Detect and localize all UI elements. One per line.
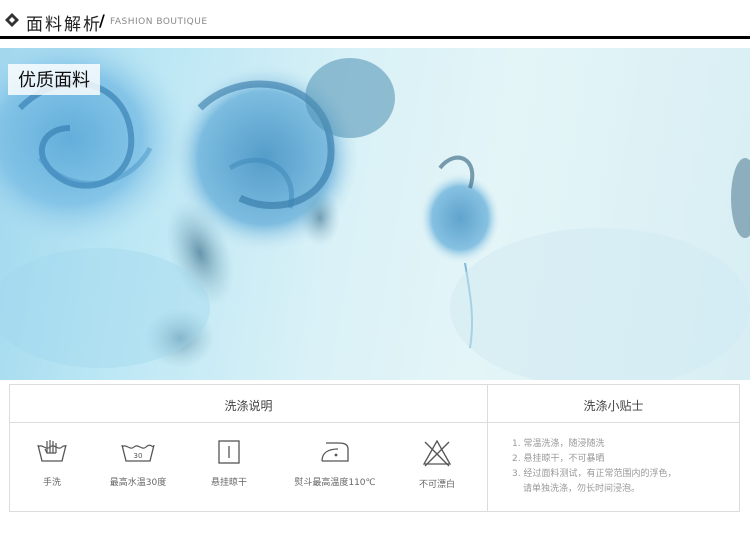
care-tip: 3. 经过面料测试，有正常范围内的浮色，	[512, 469, 677, 479]
fabric-quality-label: 优质面料	[8, 64, 100, 95]
panel-divider-horizontal	[10, 422, 739, 423]
care-tips-list: 1. 常温洗涤，随浸随洗 2. 悬挂晾干，不可暴晒 3. 经过面料测试，有正常范…	[512, 437, 732, 497]
care-item-iron: 熨斗最高温度110℃	[290, 439, 380, 488]
care-instructions-title: 洗涤说明	[224, 399, 273, 413]
fabric-photo: 优质面料	[0, 48, 750, 380]
hang-dry-icon	[218, 440, 240, 464]
iron-icon	[321, 442, 349, 462]
care-tip: 2. 悬挂晾干，不可暴晒	[512, 454, 605, 464]
floral-pattern	[0, 48, 750, 380]
care-item-hand-wash: 手洗	[7, 439, 97, 488]
care-item-label: 手洗	[42, 478, 61, 488]
care-item-hang-dry: 悬挂晾干	[184, 439, 274, 488]
section-title: 面料解析	[26, 15, 102, 35]
section-header: 面料解析 / FASHION BOUTIQUE	[0, 0, 750, 40]
diamond-icon	[5, 13, 19, 27]
care-item-label: 最高水温30度	[109, 478, 167, 488]
hand-wash-icon	[37, 440, 67, 462]
care-tip: 请单独洗涤，勿长时间浸泡。	[523, 484, 641, 494]
wash-temp-text: 30	[134, 452, 143, 460]
care-item-label: 不可漂白	[418, 480, 455, 490]
care-item-no-bleach: 不可漂白	[392, 439, 482, 490]
care-tip: 1. 常温洗涤，随浸随洗	[512, 439, 605, 449]
no-bleach-icon	[422, 439, 452, 467]
care-panel: 洗涤说明 洗涤小贴士 手洗 30 最高水温30度 悬挂晾干 熨斗最高温度110℃…	[9, 384, 740, 512]
care-item-label: 熨斗最高温度110℃	[294, 478, 376, 488]
care-item-label: 悬挂晾干	[210, 478, 247, 488]
wash-30-icon: 30	[121, 444, 155, 462]
section-subtitle: FASHION BOUTIQUE	[110, 17, 208, 27]
care-tips-title: 洗涤小贴士	[583, 399, 644, 413]
title-separator: /	[99, 11, 105, 30]
header-rule	[0, 36, 750, 39]
care-item-wash-30: 30 最高水温30度	[93, 439, 183, 488]
